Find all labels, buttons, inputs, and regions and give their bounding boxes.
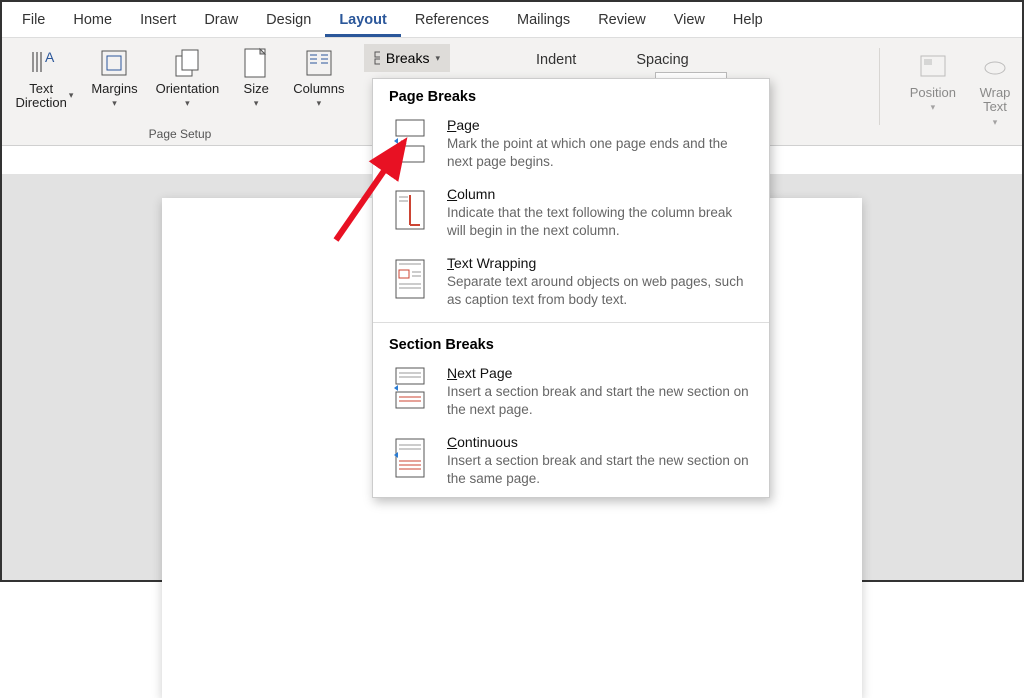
columns-button[interactable]: Columns▾ xyxy=(285,42,352,113)
tab-design[interactable]: Design xyxy=(252,6,325,37)
group-caption-page-setup: Page Setup xyxy=(2,127,358,143)
dropdown-separator xyxy=(373,322,769,323)
columns-icon xyxy=(304,46,334,80)
tab-references[interactable]: References xyxy=(401,6,503,37)
next-page-icon xyxy=(389,365,431,413)
margins-icon xyxy=(99,46,129,80)
svg-text:A: A xyxy=(45,49,55,65)
text-direction-icon: A xyxy=(29,46,59,80)
tab-home[interactable]: Home xyxy=(59,6,126,37)
tab-insert[interactable]: Insert xyxy=(126,6,190,37)
group-arrange: Position▾ Wrap Text▾ xyxy=(902,38,1022,145)
dropdown-section-section-breaks: Section Breaks xyxy=(373,327,769,359)
ribbon-tabs: File Home Insert Draw Design Layout Refe… xyxy=(2,2,1022,38)
position-button[interactable]: Position▾ xyxy=(902,46,964,145)
wrap-text-icon xyxy=(981,50,1009,84)
tab-layout[interactable]: Layout xyxy=(325,6,401,37)
divider xyxy=(879,48,880,125)
continuous-icon xyxy=(389,434,431,482)
text-direction-button[interactable]: A Text Direction▾ xyxy=(8,42,82,115)
breaks-dropdown-button[interactable]: Breaks▾ xyxy=(364,44,450,72)
breaks-icon xyxy=(374,51,380,65)
dropdown-section-page-breaks: Page Breaks xyxy=(373,79,769,111)
size-button[interactable]: Size▾ xyxy=(229,42,283,113)
menu-item-next-page-break[interactable]: Next PageInsert a section break and star… xyxy=(373,359,769,428)
group-page-setup: A Text Direction▾ Margins▾ Orientation▾ xyxy=(2,38,358,145)
size-icon xyxy=(243,46,269,80)
tab-mailings[interactable]: Mailings xyxy=(503,6,584,37)
tab-view[interactable]: View xyxy=(660,6,719,37)
menu-item-continuous-break[interactable]: ContinuousInsert a section break and sta… xyxy=(373,428,769,497)
margins-button[interactable]: Margins▾ xyxy=(83,42,145,113)
orientation-button[interactable]: Orientation▾ xyxy=(148,42,228,113)
menu-item-text-wrapping-break[interactable]: Text WrappingSeparate text around object… xyxy=(373,249,769,318)
annotation-arrow xyxy=(316,130,436,250)
indent-label: Indent xyxy=(536,52,576,68)
spacing-label: Spacing xyxy=(636,52,688,68)
tab-help[interactable]: Help xyxy=(719,6,777,37)
tab-review[interactable]: Review xyxy=(584,6,660,37)
position-icon xyxy=(919,50,947,84)
text-wrapping-icon xyxy=(389,255,431,303)
orientation-icon xyxy=(172,46,202,80)
tab-file[interactable]: File xyxy=(8,6,59,37)
wrap-text-button[interactable]: Wrap Text▾ xyxy=(968,46,1022,145)
tab-draw[interactable]: Draw xyxy=(190,6,252,37)
